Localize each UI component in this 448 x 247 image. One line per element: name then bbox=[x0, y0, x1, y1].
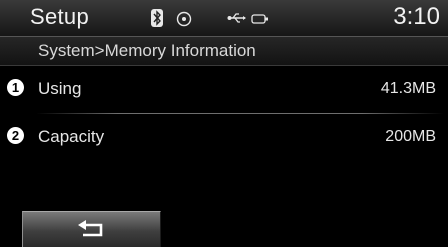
callout-number: 1 bbox=[7, 79, 24, 96]
bluetooth-icon bbox=[151, 9, 163, 27]
clock: 3:10 bbox=[393, 3, 440, 30]
row-divider bbox=[36, 113, 444, 114]
memory-information-screen: Setup 3:10 System>Memory Information 1 U… bbox=[0, 0, 448, 247]
item-label: Capacity bbox=[38, 127, 105, 146]
breadcrumb-text: System>Memory Information bbox=[38, 41, 256, 60]
back-button[interactable] bbox=[22, 211, 161, 247]
list-item-using: 1 Using 41.3MB bbox=[0, 67, 448, 111]
screen-title: Setup bbox=[30, 4, 89, 29]
ipod-icon bbox=[251, 14, 268, 24]
list-item-capacity: 2 Capacity 200MB bbox=[0, 115, 448, 159]
callout-number: 2 bbox=[7, 127, 24, 144]
status-bar: Setup 3:10 bbox=[0, 0, 448, 37]
item-value: 41.3MB bbox=[380, 80, 436, 97]
item-value: 200MB bbox=[385, 128, 436, 145]
return-arrow-icon bbox=[78, 220, 103, 237]
breadcrumb: System>Memory Information bbox=[0, 37, 448, 66]
usb-icon bbox=[227, 13, 246, 23]
item-label: Using bbox=[38, 79, 82, 98]
disc-icon bbox=[176, 11, 192, 27]
